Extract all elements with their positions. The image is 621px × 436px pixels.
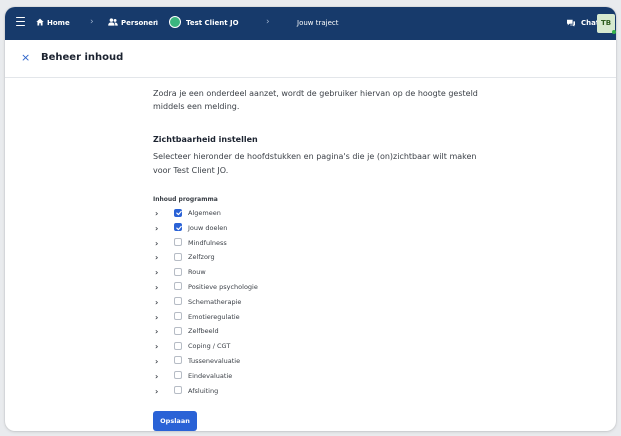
chevron-right-icon[interactable]: › [155, 357, 163, 367]
program-item-checkbox[interactable] [174, 386, 182, 395]
intro-section: Zodra je een onderdeel aanzet, wordt de … [153, 87, 493, 113]
app-window: Home › Personen › Test Client JO › Jouw … [5, 7, 616, 431]
home-icon [36, 18, 44, 26]
program-item-label: Coping / CGT [188, 342, 231, 351]
program-item-label: Positieve psychologie [188, 282, 258, 291]
intro-text: Zodra je een onderdeel aanzet, wordt de … [153, 89, 478, 111]
client-badge-icon [169, 16, 181, 28]
save-button[interactable]: Opslaan [153, 411, 197, 431]
breadcrumb-home[interactable]: Home [47, 17, 70, 29]
program-item-label: Zelfzorg [188, 253, 215, 262]
breadcrumb-separator-icon: › [266, 17, 270, 27]
program-item-checkbox[interactable] [174, 223, 182, 232]
program-item-label: Zelfbeeld [188, 327, 219, 336]
program-item-checkbox[interactable] [174, 267, 182, 276]
program-item-label: Algemeen [188, 209, 221, 217]
program-item-label: Jouw doelen [188, 223, 228, 232]
program-item-checkbox[interactable] [174, 297, 182, 306]
chevron-right-icon[interactable]: › [155, 387, 163, 397]
program-item-checkbox[interactable] [174, 356, 182, 365]
program-item-checkbox[interactable] [174, 208, 182, 217]
chevron-right-icon[interactable]: › [155, 209, 163, 219]
chevron-right-icon[interactable]: › [155, 268, 163, 278]
program-item-label: Schematherapie [188, 297, 242, 306]
program-item-label: Afsluiting [188, 386, 219, 395]
chat-icon [567, 19, 575, 27]
chevron-right-icon[interactable]: › [155, 253, 163, 263]
top-navigation-bar: Home › Personen › Test Client JO › Jouw … [5, 7, 616, 40]
program-item-checkbox[interactable] [174, 341, 182, 350]
breadcrumb-current: Jouw traject [297, 19, 339, 27]
visibility-heading: Zichtbaarheid instellen [153, 135, 258, 144]
menu-icon[interactable] [16, 17, 25, 29]
chevron-right-icon[interactable]: › [155, 298, 163, 308]
program-item-label: Eindevaluatie [188, 371, 233, 380]
breadcrumb-personen[interactable]: Personen [121, 17, 158, 29]
program-item-checkbox[interactable] [174, 371, 182, 380]
user-avatar[interactable]: TB [597, 14, 616, 34]
page-header: × Beheer inhoud [5, 40, 616, 78]
online-status-icon [612, 30, 616, 34]
program-item-checkbox[interactable] [174, 252, 182, 261]
program-item-label: Emotieregulatie [188, 312, 240, 321]
program-item-checkbox[interactable] [174, 282, 182, 291]
people-icon [108, 18, 118, 26]
visibility-description: Selecteer hieronder de hoofdstukken en p… [153, 152, 477, 175]
program-item-label: Tussenevaluatie [188, 356, 241, 365]
program-item-label: Rouw [188, 268, 206, 277]
program-item-checkbox[interactable] [174, 326, 182, 335]
chevron-right-icon[interactable]: › [155, 372, 163, 382]
avatar-initials: TB [600, 19, 612, 27]
chevron-right-icon[interactable]: › [155, 224, 163, 234]
chevron-right-icon[interactable]: › [155, 239, 163, 249]
page-title: Beheer inhoud [41, 52, 124, 63]
program-item-checkbox[interactable] [174, 312, 182, 321]
chevron-right-icon[interactable]: › [155, 313, 163, 323]
breadcrumb-separator-icon: › [155, 17, 159, 27]
chevron-right-icon[interactable]: › [155, 283, 163, 293]
chevron-right-icon[interactable]: › [155, 342, 163, 352]
breadcrumb-separator-icon: › [90, 17, 94, 27]
breadcrumb-client[interactable]: Test Client JO [186, 17, 239, 29]
chevron-right-icon[interactable]: › [155, 327, 163, 337]
program-item-label: Mindfulness [188, 238, 227, 247]
program-item-checkbox[interactable] [174, 238, 182, 247]
program-content-label: Inhoud programma [153, 196, 218, 203]
close-icon[interactable]: × [21, 52, 30, 64]
